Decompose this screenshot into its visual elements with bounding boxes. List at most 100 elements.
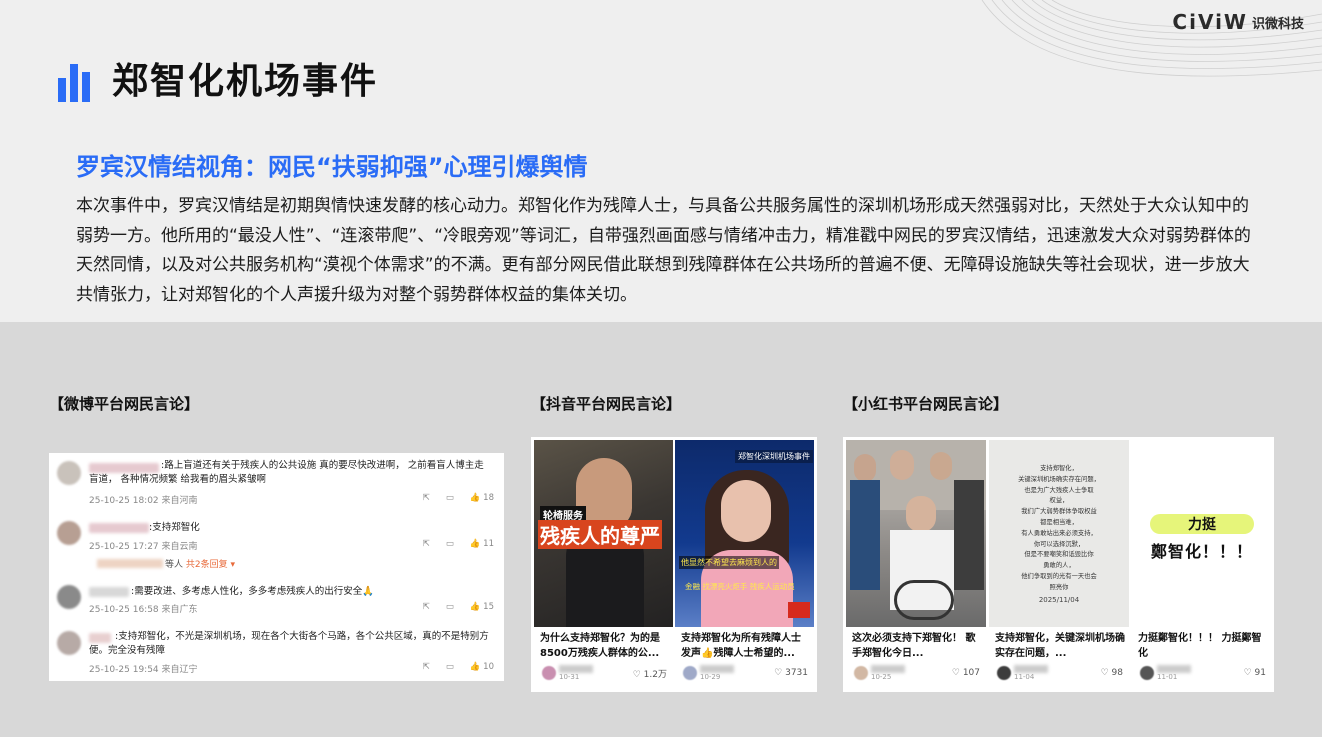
comment-icon[interactable]: ▭ [446, 493, 454, 503]
note-line: 有人勇敢站出来必须支持， [1021, 529, 1097, 537]
share-icon[interactable]: ⇱ [423, 493, 430, 503]
like-button[interactable]: 👍 11 [470, 539, 494, 549]
post-thumbnail: 轮椅服务 残疾人的尊严 [534, 440, 673, 627]
comment-meta: 25-10-25 16:58 来自广东 [89, 605, 198, 615]
avatar [542, 666, 556, 680]
comment-text: :支持郑智化 [149, 522, 200, 533]
brand-name: 识微科技 [1251, 16, 1304, 32]
post-thumbnail: 支持郑智化， 关键深圳机场确实存在问题， 也是为广大残疾人士争取 权益， 我们广大弱势群… [989, 440, 1129, 627]
section-subtitle: 罗宾汉情结视角：网民“扶弱抑强”心理引爆舆情 [76, 153, 588, 181]
handwritten-note: 支持郑智化， 关键深圳机场确实存在问题， 也是为广大残疾人士争取 权益， 我们广大弱势群… [995, 464, 1123, 594]
post-caption: 支持郑智化，关键深圳机场确实存在问题，... [995, 633, 1125, 659]
like-count: 98 [1111, 668, 1123, 678]
blurred-username [559, 665, 593, 673]
comment-icon[interactable]: ▭ [446, 539, 454, 549]
note-line: 你可以选择沉默， [1033, 540, 1085, 548]
like-button[interactable]: ♡ 3731 [774, 668, 808, 678]
reply-summary: 等人 共2条回复 ▾ [165, 560, 235, 570]
blurred-username [871, 665, 905, 673]
comment-meta: 25-10-25 18:02 来自河南 [89, 496, 198, 506]
douyin-post-card[interactable]: 轮椅服务 残疾人的尊严 为什么支持郑智化？为的是8500万残疾人群体的公... … [534, 440, 673, 681]
comment-text: :路上盲道还有关于残疾人的公共设施 真的要尽快改进啊， 之前看盲人博主走盲道， … [89, 460, 484, 485]
overlay-headline: 残疾人的尊严 [538, 520, 662, 549]
avatar [854, 666, 868, 680]
like-count: 1.2万 [643, 669, 667, 680]
note-line: 也是为广大残疾人士争取 [1024, 486, 1094, 494]
overlay-headline: 他显然不希望去麻烦到人的 [679, 556, 779, 569]
douyin-post-card[interactable]: 郑智化深圳机场事件 他显然不希望去麻烦到人的 金融 找漂亮火炬手 残疾人运动员 … [675, 440, 814, 681]
page-title: 郑智化机场事件 [112, 61, 379, 102]
post-thumbnail: 力挺 鄭智化！！！ [1132, 440, 1272, 627]
douyin-posts-panel: 轮椅服务 残疾人的尊严 为什么支持郑智化？为的是8500万残疾人群体的公... … [531, 437, 817, 692]
like-count: 18 [483, 493, 494, 503]
like-count: 11 [483, 539, 494, 549]
blurred-username [1014, 665, 1048, 673]
like-count: 91 [1254, 668, 1266, 678]
avatar [57, 631, 81, 655]
like-button[interactable]: 👍 10 [470, 662, 494, 672]
post-caption: 这次必须支持下郑智化！ 歌手郑智化今日... [852, 633, 976, 659]
comment-meta: 25-10-25 19:54 来自辽宁 [89, 665, 198, 675]
comment-meta: 25-10-25 17:27 来自云南 [89, 542, 198, 552]
douyin-section-label: 【抖音平台网民言论】 [531, 395, 682, 413]
note-line: 支持郑智化， [1040, 465, 1078, 472]
avatar [997, 666, 1011, 680]
post-date: 10-25 [871, 673, 892, 681]
note-date: 2025/11/04 [1038, 596, 1080, 604]
post-thumbnail [846, 440, 986, 627]
xhs-posts-panel: 这次必须支持下郑智化！ 歌手郑智化今日... 10-25 ♡ 107 支持郑智化… [843, 437, 1274, 692]
blurred-username [97, 559, 163, 568]
share-icon[interactable]: ⇱ [423, 539, 430, 549]
like-button[interactable]: ♡ 107 [952, 668, 980, 678]
post-caption: 支持郑智化为所有残障人士发声👍残障人士希望的... [681, 633, 801, 659]
like-count: 3731 [785, 668, 808, 678]
post-date: 10-31 [559, 673, 580, 681]
expand-replies-link[interactable]: 共2条回复 ▾ [186, 560, 235, 570]
weibo-section-label: 【微博平台网民言论】 [49, 395, 200, 413]
xhs-post-card[interactable]: 支持郑智化， 关键深圳机场确实存在问题， 也是为广大残疾人士争取 权益， 我们广大弱势群… [989, 440, 1129, 681]
note-line: 关键深圳机场确实存在问题， [1018, 475, 1100, 483]
bar-chart-icon [58, 64, 92, 102]
like-button[interactable]: ♡ 1.2万 [633, 667, 667, 680]
avatar [57, 521, 81, 545]
note-line: 权益， [1049, 497, 1069, 505]
post-date: 11-01 [1157, 673, 1178, 681]
weibo-comments-panel: :路上盲道还有关于残疾人的公共设施 真的要尽快改进啊， 之前看盲人博主走盲道， … [49, 453, 504, 681]
post-date: 11-04 [1014, 673, 1035, 681]
comment-text: :支持郑智化，不光是深圳机场，现在各个大街各个马路，各个公共区域，真的不是特别方… [89, 631, 489, 656]
brand-logo: CiViW 识微科技 [1172, 10, 1304, 34]
comment-icon[interactable]: ▭ [446, 602, 454, 612]
avatar [57, 461, 81, 485]
brand-mark: CiViW [1172, 10, 1248, 34]
like-button[interactable]: ♡ 98 [1101, 668, 1123, 678]
like-button[interactable]: 👍 18 [470, 493, 494, 503]
banner-headline: 鄭智化！！！ [1150, 542, 1253, 561]
like-count: 15 [483, 602, 494, 612]
post-date: 10-29 [700, 673, 721, 681]
note-line: 勇敢的人， [1043, 562, 1075, 570]
like-button[interactable]: 👍 15 [470, 602, 494, 612]
post-thumbnail: 郑智化深圳机场事件 他显然不希望去麻烦到人的 金融 找漂亮火炬手 残疾人运动员 [675, 440, 814, 627]
share-icon[interactable]: ⇱ [423, 602, 430, 612]
blurred-username [700, 665, 734, 673]
note-line: 都是相当难， [1040, 518, 1078, 526]
post-caption: 力挺鄭智化！！！ 力挺鄭智化 [1138, 633, 1262, 659]
share-icon[interactable]: ⇱ [423, 662, 430, 672]
xhs-post-card[interactable]: 力挺 鄭智化！！！ 力挺鄭智化！！！ 力挺鄭智化 11-01 ♡ 91 [1132, 440, 1272, 681]
avatar [57, 585, 81, 609]
blurred-username [1157, 665, 1191, 673]
body-paragraph: 本次事件中，罗宾汉情结是初期舆情快速发酵的核心动力。郑智化作为残障人士，与具备公… [76, 196, 1251, 305]
comment-icon[interactable]: ▭ [446, 662, 454, 672]
post-caption: 为什么支持郑智化？为的是8500万残疾人群体的公... [540, 633, 660, 659]
xhs-post-card[interactable]: 这次必须支持下郑智化！ 歌手郑智化今日... 10-25 ♡ 107 [846, 440, 986, 681]
like-count: 107 [962, 668, 980, 678]
note-line: 照亮你 [1049, 583, 1069, 591]
note-line: 但是不要嘲笑和诋毁比你 [1024, 551, 1094, 559]
xhs-section-label: 【小红书平台网民言论】 [843, 395, 1009, 413]
comment-text: :需要改进、多考虑人性化，多多考虑残疾人的出行安全🙏 [131, 586, 375, 597]
avatar [683, 666, 697, 680]
like-count: 10 [483, 662, 494, 672]
note-line: 他们争取到的光有一天也会 [1021, 572, 1097, 580]
like-button[interactable]: ♡ 91 [1244, 668, 1266, 678]
banner-top: 力挺 [1188, 517, 1216, 533]
